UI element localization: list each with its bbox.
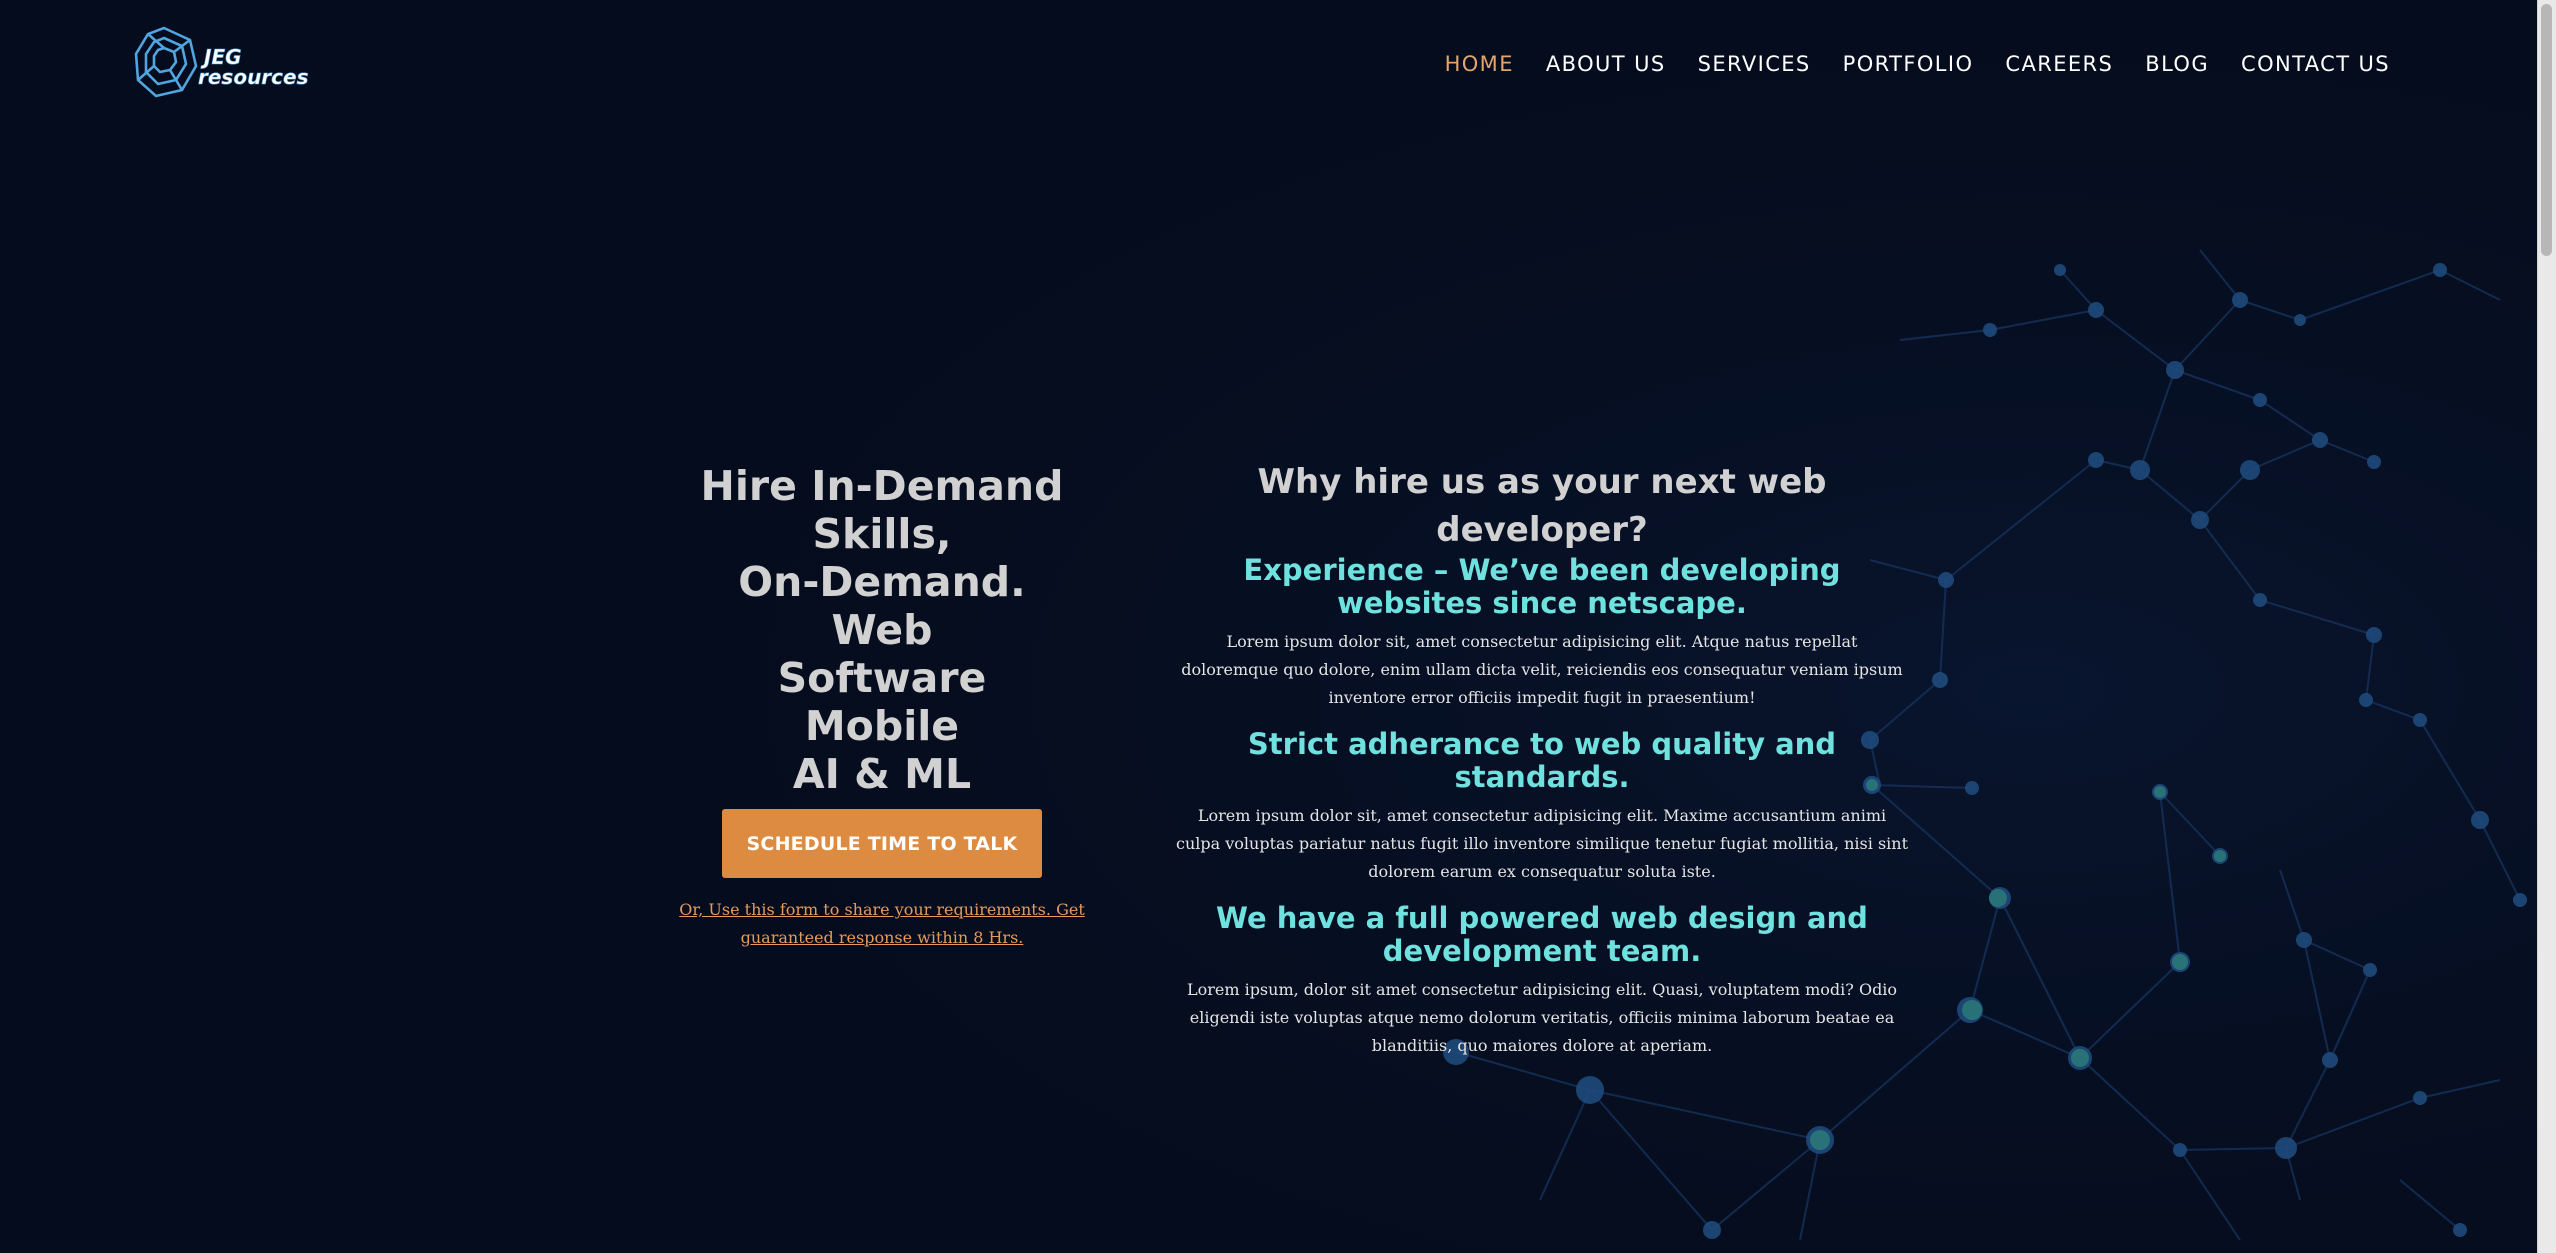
scrollbar-thumb[interactable] (2541, 4, 2552, 256)
feature-text: Lorem ipsum dolor sit, amet consectetur … (1181, 632, 1903, 707)
nav-home[interactable]: HOME (1445, 52, 1514, 76)
requirements-form-link[interactable]: Or, Use this form to share your requirem… (647, 896, 1117, 952)
logo-text-resources: resources (198, 65, 309, 89)
why-hire-title: Why hire us as your next web developer? (1257, 462, 1827, 550)
feature-title: We have a full powered web design and de… (1216, 901, 1868, 968)
feature-title: Strict adherance to web quality and stan… (1247, 727, 1837, 794)
nav-careers[interactable]: CAREERS (2005, 52, 2113, 76)
hero-headline: Hire In-Demand Skills, On-Demand. Web So… (632, 462, 1132, 798)
headline-line: Mobile (804, 702, 960, 750)
hero-section: Hire In-Demand Skills, On-Demand. Web So… (632, 462, 1132, 952)
site-header: JEG resources HOME ABOUT US SERVICES POR… (0, 0, 2538, 134)
feature-block: Experience – We’ve been developing websi… (1176, 554, 1908, 712)
nav-blog[interactable]: BLOG (2145, 52, 2209, 76)
headline-line: On-Demand. (738, 558, 1026, 606)
nav-about-us[interactable]: ABOUT US (1546, 52, 1666, 76)
brand-logo[interactable]: JEG resources (134, 24, 324, 108)
feature-block: Strict adherance to web quality and stan… (1176, 728, 1908, 886)
headline-line: Hire In-Demand Skills, (700, 462, 1064, 558)
feature-title: Experience – We’ve been developing websi… (1243, 553, 1841, 620)
why-hire-section: Why hire us as your next web developer? … (1176, 458, 1908, 1060)
headline-line: Software (777, 654, 987, 702)
page-scrollbar[interactable] (2537, 0, 2556, 1253)
headline-line: AI & ML (792, 750, 972, 798)
nav-services[interactable]: SERVICES (1698, 52, 1811, 76)
main-nav: HOME ABOUT US SERVICES PORTFOLIO CAREERS… (1445, 52, 2390, 76)
schedule-time-button[interactable]: SCHEDULE TIME TO TALK (722, 809, 1042, 878)
nav-portfolio[interactable]: PORTFOLIO (1843, 52, 1974, 76)
feature-text: Lorem ipsum, dolor sit amet consectetur … (1186, 980, 1898, 1055)
headline-line: Web (831, 606, 933, 654)
feature-text: Lorem ipsum dolor sit, amet consectetur … (1176, 806, 1908, 881)
nav-contact-us[interactable]: CONTACT US (2241, 52, 2390, 76)
feature-block: We have a full powered web design and de… (1176, 902, 1908, 1060)
hexagon-swirl-logo-icon (134, 26, 198, 98)
